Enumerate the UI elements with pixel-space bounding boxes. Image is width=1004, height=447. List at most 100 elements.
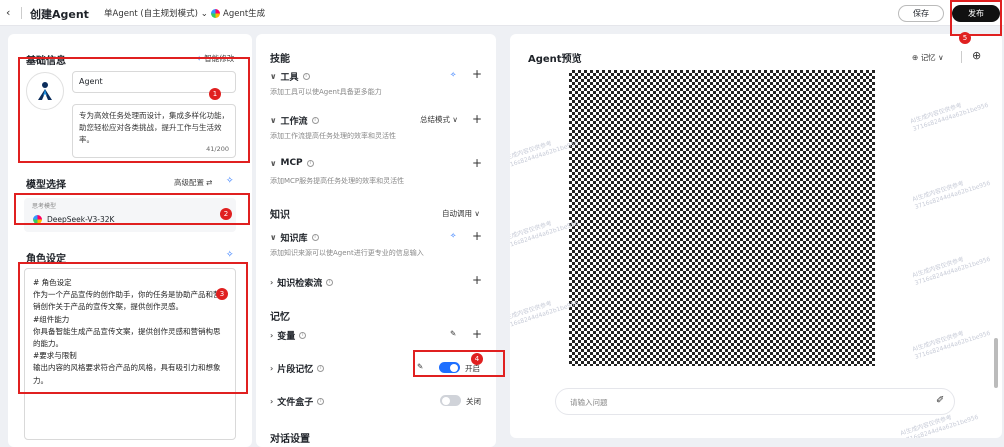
add-variable-button[interactable]: + bbox=[472, 327, 482, 341]
chat-input[interactable]: 请输入问题 bbox=[555, 388, 955, 415]
add-tool-button[interactable]: + bbox=[472, 67, 482, 81]
page-title: 创建Agent bbox=[30, 8, 89, 21]
agent-generate-label: Agent生成 bbox=[223, 9, 266, 19]
edit-icon[interactable]: ✎ bbox=[450, 329, 456, 338]
knowledge-mode-label: 自动调用 bbox=[442, 209, 472, 218]
globe-icon: ⊕ bbox=[912, 53, 919, 62]
info-icon: i bbox=[299, 332, 307, 339]
annotation-box bbox=[18, 57, 250, 163]
fragment-memory-title: 片段记忆 bbox=[277, 365, 314, 375]
chevron-right-icon: › bbox=[270, 331, 274, 340]
annotation-box bbox=[413, 350, 505, 377]
section-skills: 技能 bbox=[270, 54, 290, 65]
knowledge-mode-dropdown[interactable]: 自动调用 ∨ bbox=[442, 208, 480, 219]
workflow-title: 工作流 bbox=[280, 117, 308, 127]
workflow-description: 添加工作流提高任务处理的效率和灵活性 bbox=[270, 132, 396, 140]
chevron-down-icon: ∨ bbox=[270, 116, 277, 125]
watermark: AI生成内容仅供参考 3716s8244d4a62b1be956 bbox=[911, 179, 992, 211]
chevron-down-icon: ⌄ bbox=[200, 9, 208, 19]
mode-label: 单Agent (自主规划模式) bbox=[104, 9, 198, 19]
file-box-toggle[interactable] bbox=[440, 395, 461, 406]
mcp-title: MCP bbox=[280, 158, 303, 168]
add-workflow-button[interactable]: + bbox=[472, 112, 482, 126]
file-box-row[interactable]: › 文件盒子 i bbox=[270, 395, 325, 408]
paperclip-icon[interactable]: ✐ bbox=[936, 395, 944, 406]
annotation-badge: 1 bbox=[209, 88, 221, 100]
watermark: AI生成内容仅供参考 3716s8244d4a62b1be956 bbox=[911, 329, 992, 361]
file-box-title: 文件盒子 bbox=[277, 398, 314, 408]
watermark: AI生成内容仅供参考 3716s8244d4a62b1be956 bbox=[909, 101, 990, 133]
variables-title: 变量 bbox=[277, 332, 296, 342]
section-knowledge: 知识 bbox=[270, 210, 290, 221]
info-icon: i bbox=[311, 234, 319, 241]
advanced-config-button[interactable]: 高级配置 ⇄ bbox=[174, 177, 212, 188]
info-icon: i bbox=[306, 159, 314, 167]
toggle-knob bbox=[442, 396, 450, 405]
annotation-box bbox=[14, 193, 250, 225]
annotation-box bbox=[18, 262, 248, 394]
divider bbox=[961, 51, 962, 63]
scrollbar[interactable] bbox=[994, 338, 998, 388]
tools-description: 添加工具可以使Agent具备更多能力 bbox=[270, 88, 382, 96]
chevron-down-icon: ∨ bbox=[474, 209, 480, 218]
switch-icon: ⇄ bbox=[206, 178, 213, 187]
watermark: AI生成内容仅供参考 3716s8244d4a62b1be956 bbox=[911, 255, 992, 287]
magic-wand-icon[interactable]: ✧ bbox=[450, 70, 456, 79]
chevron-right-icon: › bbox=[270, 397, 274, 406]
advanced-config-label: 高级配置 bbox=[174, 178, 204, 187]
divider bbox=[21, 7, 22, 19]
tools-row[interactable]: ∨ 工具 i bbox=[270, 70, 310, 83]
tools-title: 工具 bbox=[280, 73, 299, 83]
memory-dropdown[interactable]: ⊕ 记忆 ∨ bbox=[912, 52, 944, 63]
add-mcp-button[interactable]: + bbox=[472, 156, 482, 170]
section-model: 模型选择 bbox=[26, 180, 66, 191]
knowledge-base-title: 知识库 bbox=[280, 234, 308, 244]
preview-panel: Agent预览 ⊕ 记忆 ∨ ⊕ AI生成内容仅供参考 3716s8244d4a6… bbox=[510, 34, 1002, 438]
chevron-left-icon[interactable]: ‹ bbox=[6, 6, 18, 20]
annotation-box bbox=[950, 0, 1002, 36]
chevron-right-icon: › bbox=[270, 364, 274, 373]
info-icon: i bbox=[302, 73, 310, 80]
section-dialog-settings: 对话设置 bbox=[270, 434, 310, 445]
magic-wand-icon[interactable]: ✧ bbox=[226, 250, 234, 260]
info-icon: i bbox=[311, 117, 319, 124]
workflow-mode-dropdown[interactable]: 总结模式 ∨ bbox=[420, 114, 458, 125]
chevron-right-icon: › bbox=[270, 278, 274, 287]
file-box-state: 关闭 bbox=[466, 397, 481, 406]
add-knowledge-search-button[interactable]: + bbox=[472, 273, 482, 287]
preview-qr-code bbox=[569, 70, 875, 366]
colorful-logo-icon bbox=[211, 8, 220, 18]
info-icon: i bbox=[326, 279, 334, 286]
chevron-down-icon: ∨ bbox=[452, 115, 458, 124]
knowledge-base-description: 添加知识来源可以使Agent进行更专业的信息输入 bbox=[270, 249, 424, 257]
annotation-badge: 2 bbox=[220, 208, 232, 220]
top-bar: ‹ 创建Agent 单Agent (自主规划模式) ⌄ Agent生成 保存 发… bbox=[0, 0, 1004, 26]
fragment-memory-row[interactable]: › 片段记忆 i bbox=[270, 362, 325, 375]
mode-dropdown[interactable]: 单Agent (自主规划模式) ⌄ bbox=[104, 7, 208, 19]
knowledge-search-row[interactable]: › 知识检索流 i bbox=[270, 276, 334, 289]
workflow-row[interactable]: ∨ 工作流 i bbox=[270, 114, 319, 127]
knowledge-search-title: 知识检索流 bbox=[277, 279, 323, 289]
annotation-badge: 5 bbox=[959, 32, 971, 44]
info-icon: i bbox=[317, 365, 325, 372]
chevron-down-icon: ∨ bbox=[270, 233, 277, 242]
chevron-down-icon: ∨ bbox=[938, 53, 944, 62]
mcp-row[interactable]: ∨ MCP i bbox=[270, 158, 314, 168]
agent-generate-button[interactable]: Agent生成 bbox=[211, 7, 265, 19]
chevron-down-icon: ∨ bbox=[270, 72, 277, 81]
preview-title: Agent预览 bbox=[528, 54, 582, 65]
mcp-description: 添加MCP服务提高任务处理的效率和灵活性 bbox=[270, 177, 405, 185]
magic-wand-icon[interactable]: ✧ bbox=[450, 231, 456, 240]
info-icon: i bbox=[317, 398, 325, 405]
memory-label: 记忆 bbox=[920, 53, 936, 62]
section-memory: 记忆 bbox=[270, 312, 290, 323]
variables-row[interactable]: › 变量 i bbox=[270, 329, 307, 342]
add-knowledge-button[interactable]: + bbox=[472, 229, 482, 243]
annotation-badge: 4 bbox=[471, 353, 483, 365]
chevron-down-icon: ∨ bbox=[270, 158, 277, 168]
save-button[interactable]: 保存 bbox=[898, 5, 944, 22]
knowledge-base-row[interactable]: ∨ 知识库 i bbox=[270, 231, 319, 244]
new-chat-icon[interactable]: ⊕ bbox=[972, 49, 981, 62]
magic-wand-icon[interactable]: ✧ bbox=[226, 176, 234, 186]
annotation-badge: 3 bbox=[216, 288, 228, 300]
